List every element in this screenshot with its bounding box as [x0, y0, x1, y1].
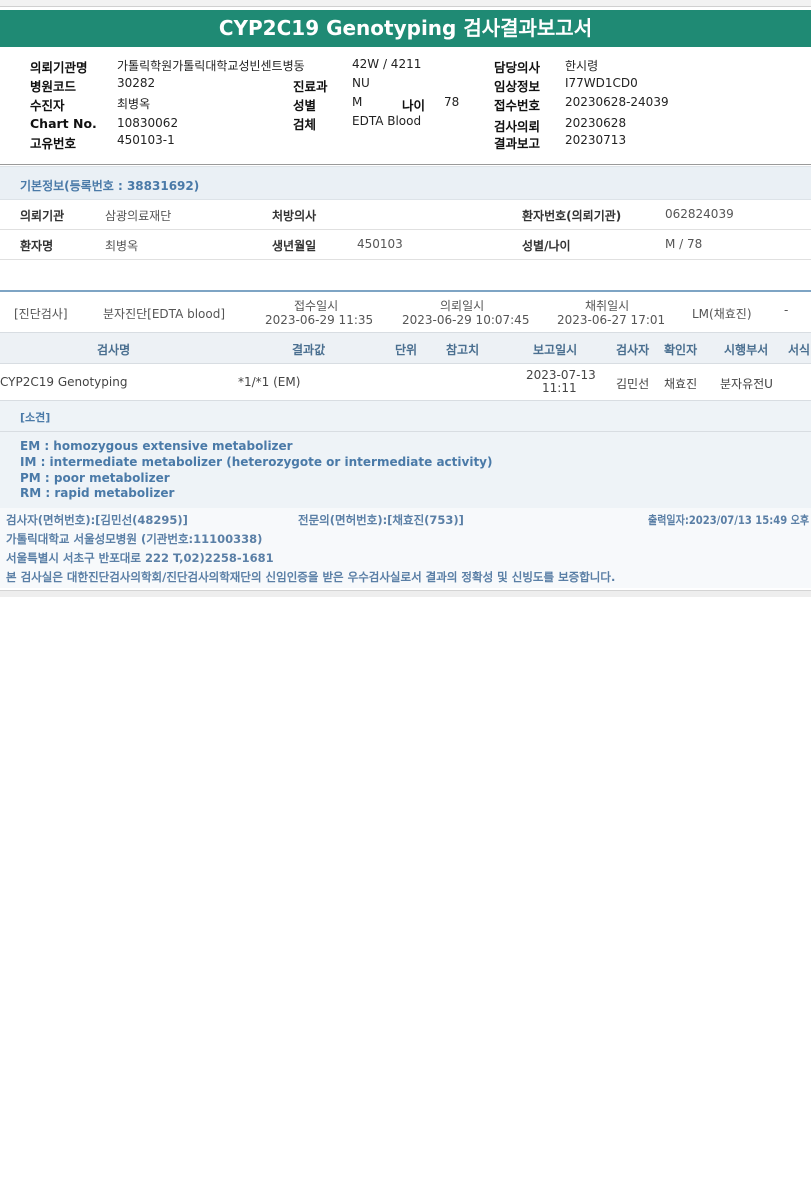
- basic-pnum-value: 062824039: [665, 207, 734, 221]
- order-req-value: 2023-06-29 10:07:45: [402, 313, 530, 327]
- results-table-header: 검사명 결과값 단위 참고치 보고일시 검사자 확인자 시행부서 서식: [0, 332, 811, 364]
- unique-label: 고유번호: [30, 136, 77, 151]
- receipt-value: 20230628-24039: [565, 95, 669, 109]
- basic-sexage-value: M / 78: [665, 237, 703, 251]
- top-border: [0, 0, 811, 7]
- specimen-label: 검체: [293, 117, 317, 132]
- chart-value: 10830062: [117, 116, 179, 130]
- opinion-line: IM : intermediate metabolizer (heterozyg…: [20, 455, 493, 469]
- order-dash: -: [784, 303, 789, 317]
- order-category: [진단검사]: [14, 307, 68, 321]
- specimen-value: EDTA Blood: [352, 114, 422, 128]
- basic-inst-value: 삼광의료재단: [105, 209, 172, 223]
- opinion-divider: [0, 431, 811, 432]
- inst-label: 의뢰기관명: [30, 60, 88, 75]
- receipt-label: 접수번호: [494, 98, 541, 113]
- basic-name-value: 최병옥: [105, 239, 139, 253]
- footer-printed: 출력일자:2023/07/13 15:49 오후: [648, 513, 810, 527]
- order-req-label: 의뢰일시: [440, 299, 485, 313]
- dept-value: NU: [352, 76, 370, 90]
- basic-presc-label: 처방의사: [272, 209, 317, 223]
- chart-label: Chart No.: [30, 116, 97, 131]
- footer-specialist: 전문의(면허번호):[채효진(753)]: [298, 513, 464, 527]
- dept-label: 진료과: [293, 79, 328, 94]
- hospcode-label: 병원코드: [30, 79, 77, 94]
- doctor-label: 담당의사: [494, 60, 541, 75]
- col-test-name: 검사명: [97, 343, 131, 357]
- col-report-date: 보고일시: [533, 343, 578, 357]
- footer-certification: 본 검사실은 대한진단검사의학회/진단검사의학재단의 신임인증을 받은 우수검사…: [6, 570, 616, 584]
- row-verifier: 채효진: [664, 377, 698, 391]
- row-report-date: 2023-07-13: [526, 368, 596, 382]
- order-coll-label: 채취일시: [585, 299, 630, 313]
- col-form: 서식: [788, 343, 811, 357]
- sex-label: 성별: [293, 98, 317, 113]
- order-recv-label: 접수일시: [294, 299, 339, 313]
- basic-pnum-label: 환자번호(의뢰기관): [522, 209, 622, 223]
- row-result: *1/*1 (EM): [238, 375, 301, 389]
- age-label: 나이: [402, 98, 426, 113]
- report-title: CYP2C19 Genotyping 검사결과보고서: [0, 10, 811, 47]
- basic-sexage-label: 성별/나이: [522, 239, 571, 253]
- age-value: 78: [444, 95, 460, 109]
- basic-dob-label: 생년월일: [272, 239, 317, 253]
- clinical-value: I77WD1CD0: [565, 76, 638, 90]
- inst-value: 가톨릭학원가톨릭대학교성빈센트병동: [117, 59, 305, 73]
- request-value: 20230628: [565, 116, 627, 130]
- order-coll-value: 2023-06-27 17:01: [557, 313, 666, 327]
- sex-value: M: [352, 95, 363, 109]
- row-report-time: 11:11: [542, 381, 577, 395]
- bottom-border: [0, 590, 811, 597]
- opinion-line: PM : poor metabolizer: [20, 471, 170, 485]
- unique-value: 450103-1: [117, 133, 175, 147]
- clinical-label: 임상정보: [494, 79, 541, 94]
- row-tester: 김민선: [616, 377, 650, 391]
- col-tester: 검사자: [616, 343, 650, 357]
- report-value: 20230713: [565, 133, 627, 147]
- opinion-line: EM : homozygous extensive metabolizer: [20, 439, 293, 453]
- basic-inst-label: 의뢰기관: [20, 209, 65, 223]
- order-divider: [0, 290, 811, 292]
- col-reference: 참고치: [446, 343, 480, 357]
- patient-label: 수진자: [30, 98, 65, 113]
- order-collector: LM(채효진): [692, 307, 752, 321]
- col-unit: 단위: [395, 343, 418, 357]
- order-dept: 분자진단[EDTA blood]: [103, 307, 226, 321]
- divider: [0, 164, 811, 165]
- opinion-section: [소견] EM : homozygous extensive metaboliz…: [0, 400, 811, 509]
- col-dept: 시행부서: [724, 343, 769, 357]
- patient-value: 최병옥: [117, 97, 151, 111]
- opinion-line: RM : rapid metabolizer: [20, 486, 175, 500]
- doctor-value: 한시령: [565, 59, 599, 73]
- row-dept: 분자유전U: [720, 377, 773, 391]
- row-test-name: CYP2C19 Genotyping: [0, 375, 128, 389]
- report-label: 결과보고: [494, 136, 541, 151]
- order-recv-value: 2023-06-29 11:35: [265, 313, 374, 327]
- basic-name-label: 환자명: [20, 239, 54, 253]
- footer-tester: 검사자(면허번호):[김민선(48295)]: [6, 513, 188, 527]
- hospcode-value: 30282: [117, 76, 156, 90]
- basic-dob-value: 450103: [357, 237, 403, 251]
- footer-address: 서울특별시 서초구 반포대로 222 T,02)2258-1681: [6, 551, 274, 565]
- col-verifier: 확인자: [664, 343, 698, 357]
- opinion-title: [소견]: [20, 411, 51, 424]
- ward-value: 42W / 4211: [352, 57, 422, 71]
- basic-info-title: 기본정보(등록번호 : 38831692): [20, 179, 200, 193]
- col-result: 결과값: [292, 343, 326, 357]
- footer-hospital: 가톨릭대학교 서울성모병원 (기관번호:11100338): [6, 532, 263, 546]
